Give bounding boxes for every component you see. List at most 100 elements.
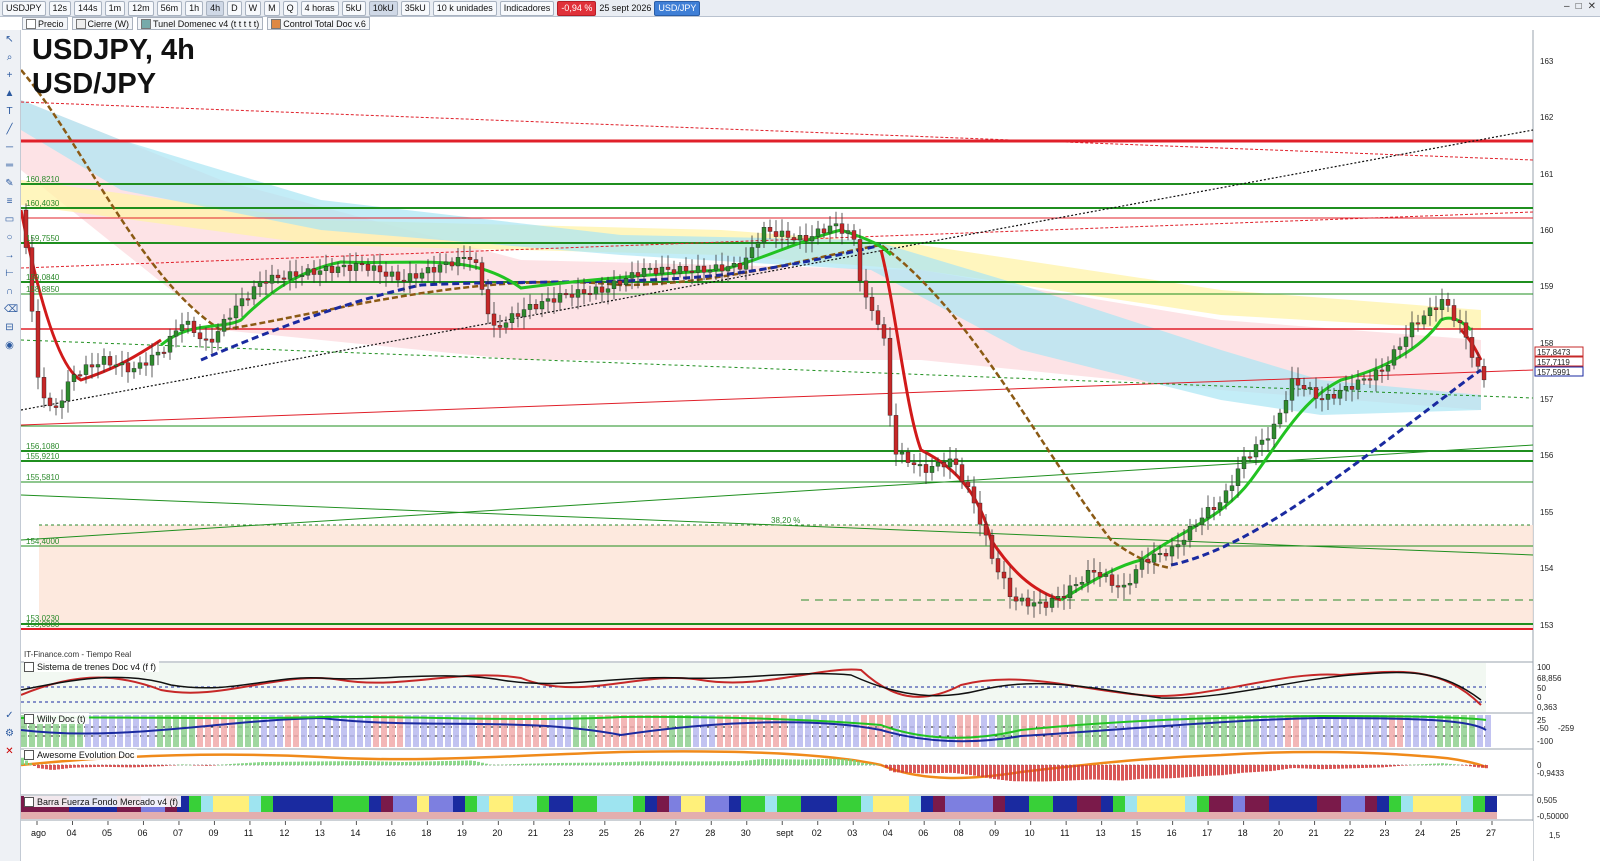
willy-bar: [501, 715, 507, 747]
ao-bar: [1301, 765, 1304, 769]
barra-base: [1209, 812, 1221, 819]
tf-4h[interactable]: 4h: [206, 0, 225, 16]
barra-segment: [273, 796, 285, 812]
legend-item-close[interactable]: Cierre (W): [71, 17, 134, 30]
unit-10ku[interactable]: 10kU: [368, 0, 398, 16]
checkbox-icon[interactable]: [24, 661, 34, 672]
date-label: 27: [670, 828, 680, 838]
tf-12m[interactable]: 12m: [128, 0, 154, 16]
text-icon[interactable]: T: [4, 106, 15, 117]
candle-body: [269, 274, 275, 284]
svg-text:-0,9433: -0,9433: [1537, 769, 1565, 778]
magnet-icon[interactable]: ∩: [4, 286, 15, 297]
legend-item-tunnel[interactable]: Tunel Domenec v4 (t t t t t): [137, 17, 264, 30]
ao-bar: [1169, 765, 1172, 779]
barra-segment: [777, 796, 789, 812]
tf-d[interactable]: D: [227, 0, 242, 16]
eye-icon[interactable]: ◉: [4, 340, 15, 351]
rect-icon[interactable]: ▭: [4, 214, 15, 225]
zoom-icon[interactable]: ⌕: [4, 52, 15, 63]
check-icon[interactable]: ✓: [4, 710, 15, 721]
barra-base: [165, 812, 177, 819]
candle-body: [1445, 299, 1451, 306]
ao-bar: [1289, 765, 1292, 769]
close-icon[interactable]: ✕: [1588, 1, 1596, 12]
svg-text:155,9210: 155,9210: [26, 452, 60, 461]
ao-bar: [257, 762, 260, 765]
indicators-button[interactable]: Indicadores: [499, 0, 555, 16]
price-chart[interactable]: 160,8210 160,4030 159,7550 159,0840 158,…: [21, 30, 1600, 861]
period-select[interactable]: 4 horas: [300, 0, 339, 16]
channel-icon[interactable]: ═: [4, 160, 15, 171]
ao-bar: [741, 761, 744, 765]
willy-bar: [1061, 715, 1067, 747]
ao-bar: [437, 761, 440, 765]
unit-5ku[interactable]: 5kU: [341, 0, 366, 16]
eraser-icon[interactable]: ⌫: [4, 304, 18, 315]
tf-144s[interactable]: 144s: [74, 0, 102, 16]
unit-35ku[interactable]: 35kU: [400, 0, 430, 16]
indicator-header-trains[interactable]: Sistema de trenes Doc v4 (f f): [24, 661, 160, 672]
pen-icon[interactable]: ✎: [4, 178, 15, 189]
ao-bar: [737, 761, 740, 765]
ao-bar: [1209, 765, 1212, 776]
candle-body: [1391, 349, 1397, 366]
alert-icon[interactable]: ▲: [4, 88, 15, 99]
tf-1h[interactable]: 1h: [185, 0, 204, 16]
ao-bar: [545, 763, 548, 765]
symbol-selector[interactable]: USDJPY: [2, 0, 46, 16]
minimize-icon[interactable]: –: [1564, 1, 1570, 12]
indicator-header-awesome[interactable]: Awesome Evolution Doc: [24, 749, 138, 760]
candle-body: [347, 264, 353, 271]
date-label: 22: [1344, 828, 1354, 838]
ao-bar: [341, 761, 344, 765]
candle-body: [1265, 438, 1271, 441]
ao-bar: [541, 763, 544, 765]
barra-segment: [1005, 796, 1017, 812]
candle-body: [821, 228, 827, 234]
checkbox-icon[interactable]: [24, 713, 34, 724]
barra-base: [537, 812, 549, 819]
tf-1m[interactable]: 1m: [104, 0, 126, 16]
candle-body: [113, 364, 119, 367]
crosshair-icon[interactable]: +: [4, 70, 15, 81]
maximize-icon[interactable]: □: [1576, 1, 1582, 12]
tf-m[interactable]: M: [264, 0, 280, 16]
settings-icon[interactable]: ⚙: [4, 728, 15, 739]
tf-q[interactable]: Q: [282, 0, 298, 16]
barra-segment: [1401, 796, 1413, 812]
ao-bar: [1377, 765, 1380, 768]
candle-body: [461, 257, 467, 259]
willy-bar: [1293, 715, 1299, 747]
candle-body: [419, 272, 425, 279]
delete-icon[interactable]: ✕: [4, 746, 15, 757]
candle-body: [893, 415, 899, 455]
tf-w[interactable]: W: [244, 0, 262, 16]
trendline-icon[interactable]: ╱: [4, 124, 15, 135]
ruler-icon[interactable]: ⊢: [4, 268, 15, 279]
indicator-header-willy[interactable]: Willy Doc (t): [24, 713, 89, 724]
lock-icon[interactable]: ⊟: [4, 322, 15, 333]
fib-icon[interactable]: ≡: [4, 196, 15, 207]
hline-icon[interactable]: ─: [4, 142, 15, 153]
tf-12s[interactable]: 12s: [48, 0, 72, 16]
barra-base: [993, 812, 1005, 819]
willy-bar: [109, 715, 115, 747]
tf-56m[interactable]: 56m: [156, 0, 183, 16]
circle-icon[interactable]: ○: [4, 232, 15, 243]
checkbox-icon[interactable]: [24, 796, 34, 807]
arrow-icon[interactable]: →: [4, 250, 15, 261]
legend-item-price[interactable]: Precio: [22, 17, 68, 30]
ao-bar: [1373, 765, 1376, 768]
legend-item-control[interactable]: Control Total Doc v.6: [267, 17, 370, 30]
checkbox-icon[interactable]: [24, 749, 34, 760]
units-select[interactable]: 10 k unidades: [432, 0, 497, 16]
indicator-header-barra[interactable]: Barra Fuerza Fondo Mercado v4 (f): [24, 796, 182, 807]
ao-bar: [61, 765, 64, 769]
candle-body: [1367, 378, 1373, 381]
cursor-icon[interactable]: ↖: [4, 34, 15, 45]
candle-body: [1421, 315, 1427, 325]
candle-body: [107, 356, 113, 366]
ao-bar: [969, 765, 972, 775]
candle-body: [527, 304, 533, 310]
